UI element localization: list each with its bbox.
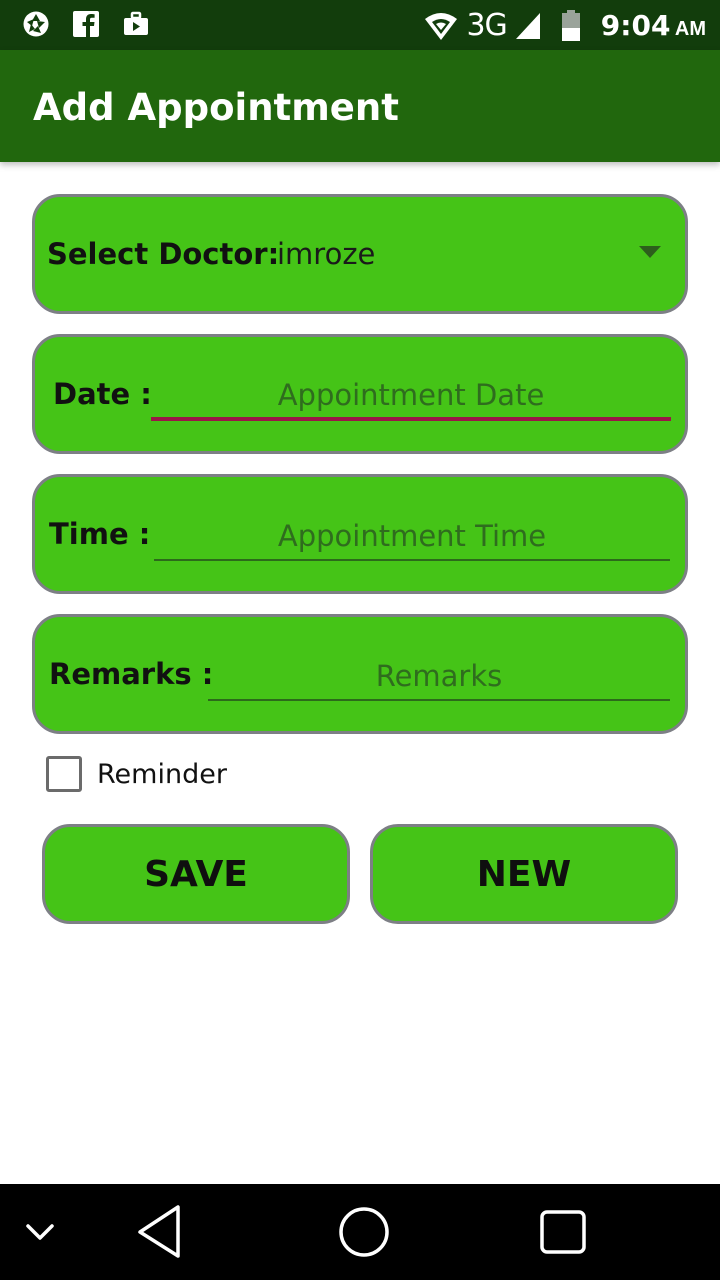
facebook-icon bbox=[73, 11, 99, 37]
time-card: Time : bbox=[32, 474, 688, 594]
reminder-label[interactable]: Reminder bbox=[97, 759, 227, 790]
appointment-time-input[interactable] bbox=[154, 513, 670, 561]
date-label: Date : bbox=[53, 377, 152, 411]
network-type: 3G bbox=[466, 8, 507, 43]
clock: 9:04 bbox=[600, 9, 671, 42]
remarks-card: Remarks : bbox=[32, 614, 688, 734]
signal-icon bbox=[515, 12, 540, 39]
status-bar: 3G 9:04 AM bbox=[0, 0, 720, 50]
remarks-label: Remarks : bbox=[49, 657, 214, 691]
page-title: Add Appointment bbox=[33, 86, 399, 129]
app-bar: Add Appointment bbox=[0, 50, 720, 162]
clock-ampm: AM bbox=[674, 18, 706, 40]
time-label: Time : bbox=[49, 517, 151, 551]
appointment-date-input[interactable] bbox=[151, 373, 671, 421]
reminder-row[interactable]: Reminder bbox=[46, 756, 227, 792]
reminder-checkbox[interactable] bbox=[46, 756, 82, 792]
collapse-chevron-icon[interactable] bbox=[22, 1184, 58, 1280]
date-card: Date : bbox=[32, 334, 688, 454]
notification-icons bbox=[22, 10, 150, 38]
battery-icon bbox=[561, 9, 580, 41]
save-button[interactable]: SAVE bbox=[42, 824, 350, 924]
doctor-label: Select Doctor: bbox=[47, 237, 280, 271]
shutter-icon bbox=[23, 11, 49, 37]
home-icon[interactable] bbox=[334, 1184, 394, 1280]
new-button[interactable]: NEW bbox=[370, 824, 678, 924]
recents-icon[interactable] bbox=[536, 1184, 590, 1280]
back-icon[interactable] bbox=[130, 1184, 190, 1280]
system-status: 3G 9:04 AM bbox=[424, 8, 706, 43]
navigation-bar bbox=[0, 1184, 720, 1280]
wifi-icon bbox=[425, 12, 458, 40]
doctor-selected-value: imroze bbox=[277, 237, 376, 271]
briefcase-icon bbox=[124, 11, 148, 35]
remarks-input[interactable] bbox=[208, 653, 670, 701]
doctor-spinner[interactable]: Select Doctor: imroze bbox=[32, 194, 688, 314]
chevron-down-icon bbox=[639, 246, 661, 258]
